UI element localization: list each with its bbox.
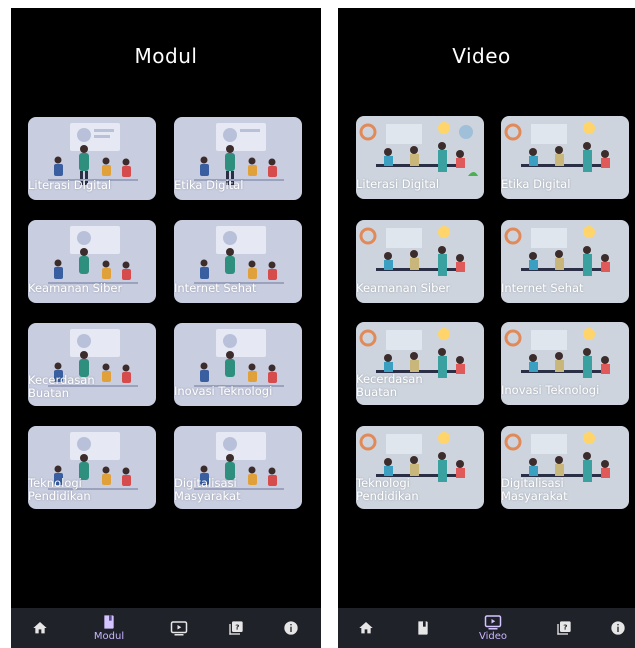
home-icon	[33, 622, 47, 634]
video-card-inovasi-teknologi[interactable]: Inovasi Teknologi	[501, 322, 629, 405]
module-card-teknologi-pendidikan[interactable]: Teknologi Pendidikan	[28, 426, 156, 509]
video-grid: Literasi Digital Etika Digital Keamanan …	[338, 8, 635, 648]
video-card-etika-digital[interactable]: Etika Digital	[501, 116, 629, 199]
book-icon	[418, 621, 428, 635]
bottom-navigation: Video ?	[338, 608, 635, 648]
nav-label: Video	[478, 631, 508, 642]
quiz-icon: ?	[229, 621, 243, 635]
video-play-icon	[484, 615, 502, 630]
nav-video[interactable]: Video	[471, 608, 515, 648]
nav-modul[interactable]	[401, 608, 445, 648]
card-label: Keamanan Siber	[28, 281, 123, 295]
nav-home[interactable]	[18, 608, 62, 648]
card-label: Literasi Digital	[356, 177, 440, 191]
modul-screen: Modul Literasi Digital Etika Digital Kea…	[11, 8, 321, 648]
info-icon	[284, 621, 298, 635]
card-label: Digitalisasi Masyarakat	[501, 476, 568, 503]
nav-quiz[interactable]: ?	[542, 608, 586, 648]
module-grid: Literasi Digital Etika Digital Keamanan …	[11, 8, 321, 648]
video-play-icon	[170, 621, 188, 636]
nav-video[interactable]	[157, 608, 201, 648]
nav-home[interactable]	[344, 608, 388, 648]
nav-info[interactable]	[596, 608, 635, 648]
card-label: Keamanan Siber	[356, 281, 451, 295]
nav-label: Modul	[93, 631, 125, 642]
nav-info[interactable]	[269, 608, 313, 648]
module-card-kecerdasan-buatan[interactable]: Kecerdasan Buatan	[28, 323, 156, 406]
card-label: Etika Digital	[174, 178, 244, 192]
nav-modul[interactable]: Modul	[87, 608, 131, 648]
module-card-keamanan-siber[interactable]: Keamanan Siber	[28, 220, 156, 303]
video-card-internet-sehat[interactable]: Internet Sehat	[501, 220, 629, 303]
svg-text:?: ?	[563, 622, 567, 631]
video-card-literasi-digital[interactable]: Literasi Digital	[356, 116, 484, 199]
svg-text:?: ?	[235, 622, 239, 631]
card-label: Etika Digital	[501, 177, 571, 191]
card-label: Kecerdasan Buatan	[28, 373, 95, 400]
nav-quiz[interactable]: ?	[214, 608, 258, 648]
card-label: Teknologi Pendidikan	[28, 476, 91, 503]
card-label: Teknologi Pendidikan	[356, 476, 419, 503]
video-card-teknologi-pendidikan[interactable]: Teknologi Pendidikan	[356, 426, 484, 509]
video-card-kecerdasan-buatan[interactable]: Kecerdasan Buatan	[356, 322, 484, 405]
card-label: Literasi Digital	[28, 178, 112, 192]
module-card-inovasi-teknologi[interactable]: Inovasi Teknologi	[174, 323, 302, 406]
bottom-navigation: Modul ?	[11, 608, 321, 648]
home-icon	[359, 622, 373, 634]
module-card-internet-sehat[interactable]: Internet Sehat	[174, 220, 302, 303]
card-label: Inovasi Teknologi	[174, 384, 273, 398]
info-icon	[611, 621, 625, 635]
video-card-digitalisasi-masyarakat[interactable]: Digitalisasi Masyarakat	[501, 426, 629, 509]
module-card-digitalisasi-masyarakat[interactable]: Digitalisasi Masyarakat	[174, 426, 302, 509]
quiz-icon: ?	[557, 621, 571, 635]
module-card-literasi-digital[interactable]: Literasi Digital	[28, 117, 156, 200]
video-screen: Video Literasi Digital Etika Digital Kea…	[338, 8, 635, 648]
module-card-etika-digital[interactable]: Etika Digital	[174, 117, 302, 200]
book-icon	[104, 615, 114, 629]
video-card-keamanan-siber[interactable]: Keamanan Siber	[356, 220, 484, 303]
card-label: Internet Sehat	[174, 281, 257, 295]
card-label: Inovasi Teknologi	[501, 383, 600, 397]
card-label: Kecerdasan Buatan	[356, 372, 423, 399]
card-label: Internet Sehat	[501, 281, 584, 295]
card-label: Digitalisasi Masyarakat	[174, 476, 241, 503]
